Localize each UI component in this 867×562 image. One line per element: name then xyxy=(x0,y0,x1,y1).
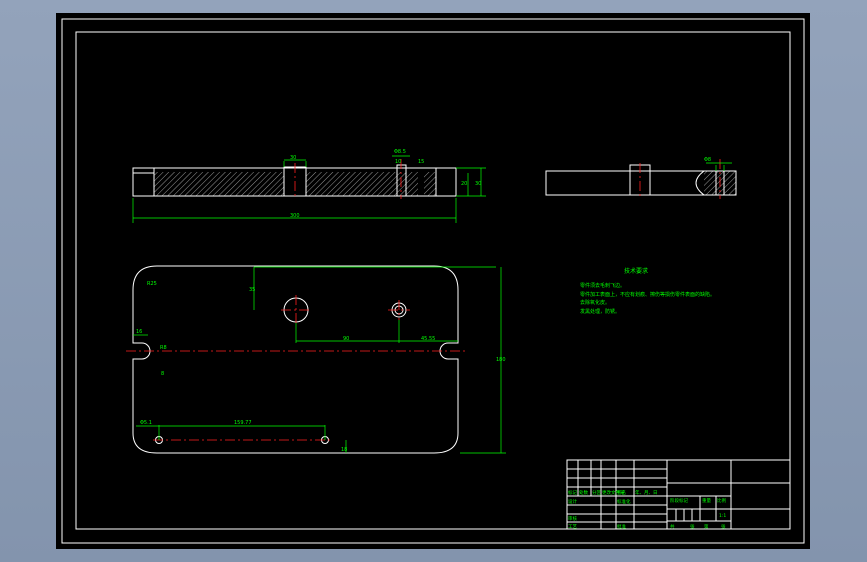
drawing-sheet: 300 30 Φ8.5 10 15 20 30 Φ8 R25 35 90 45.… xyxy=(56,13,810,549)
outer-border xyxy=(61,18,805,544)
note-line-2: 零件加工表面上，不应有划痕、擦伤等损伤零件表面的缺陷。 xyxy=(580,291,715,298)
tb-weight: 重量 xyxy=(702,497,711,504)
note-line-4: 发黑处理，防锈。 xyxy=(580,308,620,315)
drawing-canvas: 300 30 Φ8.5 10 15 20 30 Φ8 R25 35 90 45.… xyxy=(61,18,805,544)
dim-slot-depth: 8 xyxy=(161,371,164,377)
tb-process: 工艺 xyxy=(568,524,577,530)
dim-hole-spacing: 90 xyxy=(343,336,349,342)
inner-border xyxy=(75,31,791,530)
tb-count: 处数 xyxy=(579,489,588,496)
dim-total-width: 180 xyxy=(496,357,506,363)
tb-mark: 标记 xyxy=(568,489,577,496)
tb-stage: 阶段标记 xyxy=(670,497,688,504)
dim-step-height: 20 xyxy=(461,181,467,187)
dim-total-height: 30 xyxy=(475,181,481,187)
dim-slot-width-label: 16 xyxy=(136,329,142,335)
dim-hole-callout: Φ8.5 xyxy=(394,149,406,155)
note-line-1: 零件须去毛刺飞边。 xyxy=(580,282,625,289)
tb-review: 审核 xyxy=(568,515,577,522)
dim-length: 300 xyxy=(290,213,300,219)
dim-lower-hole: Φ5.1 xyxy=(140,420,152,426)
side-view: Φ8 xyxy=(545,157,737,199)
tb-no: 第 xyxy=(704,523,709,530)
technical-notes: 技术要求 零件须去毛刺飞边。 零件加工表面上，不应有划痕、擦伤等损伤零件表面的缺… xyxy=(580,267,715,315)
tb-zone: 分区 xyxy=(592,489,601,496)
dim-slot-radius: R8 xyxy=(160,345,167,351)
tb-std: 标准化 xyxy=(617,498,631,505)
cad-viewport[interactable]: 300 30 Φ8.5 10 15 20 30 Φ8 R25 35 90 45.… xyxy=(0,0,867,562)
dim-hole-width: 10 xyxy=(395,159,401,165)
notes-title: 技术要求 xyxy=(624,267,648,275)
note-line-3: 去除氧化皮。 xyxy=(580,299,610,306)
tb-sign: 签名 xyxy=(617,489,626,496)
tb-scale-value: 1:1 xyxy=(719,513,726,519)
front-section-view: 300 30 Φ8.5 10 15 20 30 xyxy=(132,149,486,223)
dim-hole-offset: 35 xyxy=(249,287,255,293)
tb-design: 设计 xyxy=(568,498,577,505)
tb-approve: 批准 xyxy=(617,523,626,530)
tb-sheets: 张 xyxy=(690,523,695,530)
dim-slot-width: 30 xyxy=(290,155,296,161)
dim-lower-offset: 18 xyxy=(341,447,347,453)
tb-total: 共 xyxy=(670,523,675,530)
dim-hole-depth: 15 xyxy=(418,159,424,165)
dim-corner-radius: R25 xyxy=(147,281,157,287)
title-block: 标记 处数 分区 更改文件号 签名 年、月、日 设计 标准化 审核 工艺 批准 … xyxy=(566,459,791,530)
dim-right-offset: 45.55 xyxy=(421,336,435,342)
plan-view: R25 35 90 45.55 180 16 R8 8 Φ5.1 159.77 … xyxy=(126,265,506,454)
tb-sheet: 张 xyxy=(721,523,726,530)
dim-lower-spacing: 159.77 xyxy=(234,420,252,426)
tb-date: 年、月、日 xyxy=(635,489,658,496)
dim-side-hole: Φ8 xyxy=(704,157,711,163)
tb-scale: 比例 xyxy=(717,497,726,504)
